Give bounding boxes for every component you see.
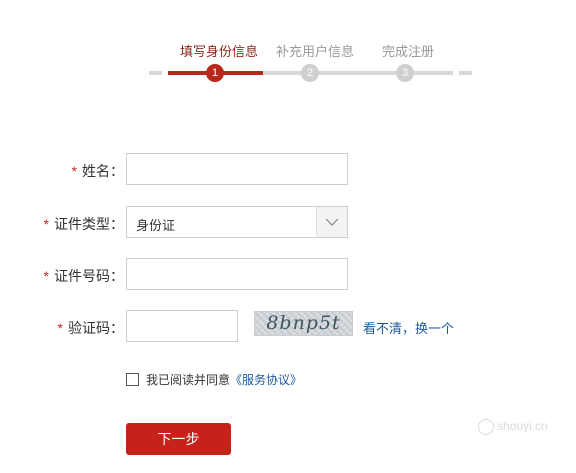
agreement-prefix: 我已阅读并同意 (146, 373, 231, 387)
agree-checkbox[interactable] (126, 373, 139, 386)
captcha-image[interactable]: 8bnp5t (254, 311, 353, 336)
agreement-text: 我已阅读并同意《服务协议》 (146, 371, 302, 388)
step-1-label: 填写身份信息 (180, 44, 259, 59)
name-label: * 姓名： (72, 161, 124, 181)
step-3-label: 完成注册 (382, 44, 435, 59)
watermark-text: shouyi.cn (497, 419, 548, 433)
stepper-track-end (459, 71, 472, 75)
step-2-dot: 2 (301, 64, 319, 82)
next-step-button[interactable]: 下一步 (126, 423, 231, 455)
id-type-label: * 证件类型： (44, 214, 124, 234)
captcha-label-text: 验证码： (68, 320, 124, 336)
id-type-select[interactable]: 身份证 (126, 206, 348, 238)
step-2-label: 补充用户信息 (276, 44, 355, 59)
refresh-captcha-link[interactable]: 看不清，换一个 (363, 318, 454, 337)
stepper-track-start (149, 71, 162, 75)
registration-stepper: 填写身份信息 补充用户信息 完成注册 1 2 3 (0, 0, 576, 90)
service-agreement-link[interactable]: 《服务协议》 (230, 373, 302, 387)
id-number-label: * 证件号码： (44, 266, 124, 286)
required-mark: * (43, 216, 49, 232)
required-mark: * (71, 163, 77, 179)
captcha-label: * 验证码： (58, 318, 124, 338)
dropdown-toggle[interactable] (316, 207, 347, 237)
id-number-input[interactable] (126, 258, 348, 290)
watermark-logo-icon (478, 419, 494, 435)
name-label-text: 姓名： (82, 163, 124, 179)
step-3-dot: 3 (396, 64, 414, 82)
watermark: shouyi.cn (478, 419, 570, 435)
chevron-down-icon (325, 218, 339, 226)
stepper-track-inactive (263, 71, 453, 75)
required-mark: * (57, 320, 63, 336)
captcha-input[interactable] (126, 310, 238, 342)
name-input[interactable] (126, 153, 348, 185)
id-number-label-text: 证件号码： (54, 268, 124, 284)
required-mark: * (43, 268, 49, 284)
step-1-dot: 1 (206, 64, 224, 82)
id-type-selected-value: 身份证 (136, 218, 176, 233)
id-type-label-text: 证件类型： (54, 216, 124, 232)
